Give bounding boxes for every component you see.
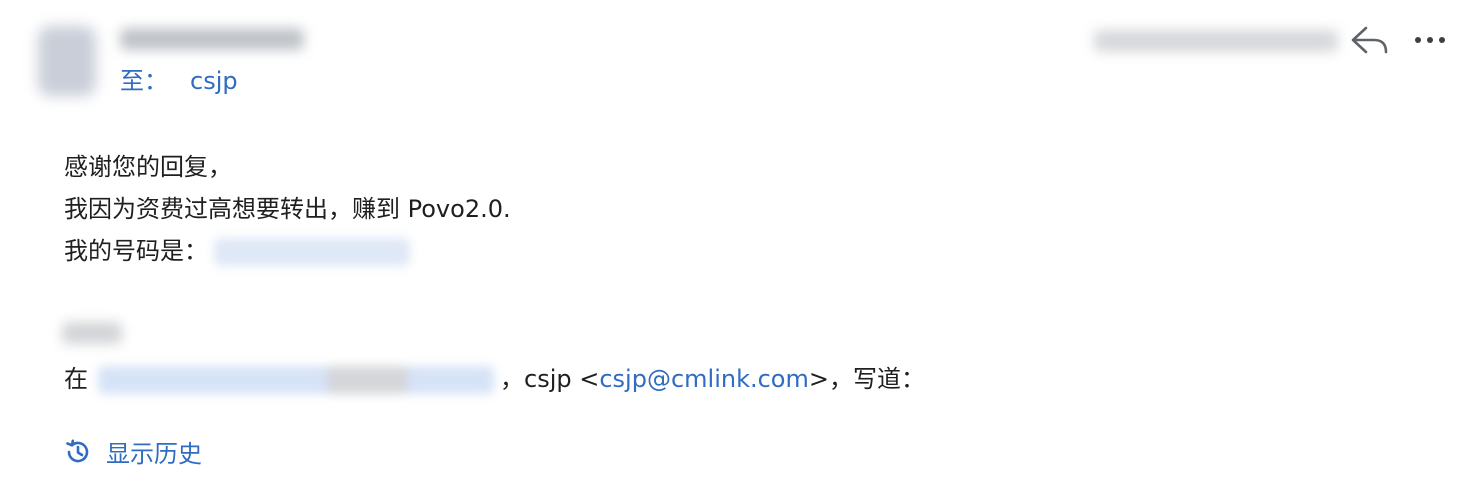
sender-avatar[interactable]: [38, 26, 96, 96]
more-options-button[interactable]: [1410, 22, 1450, 58]
reply-button[interactable]: [1348, 22, 1392, 58]
body-line-phone: 我的号码是：: [64, 230, 511, 272]
body-line: 我因为资费过高想要转出，赚到 Povo2.0.: [64, 195, 511, 223]
reply-icon: [1351, 26, 1388, 54]
quote-header: 在 ，csjp <csjp@cmlink.com>，写道：: [64, 358, 925, 400]
to-label: 至：: [120, 67, 168, 95]
quote-sender-email-link[interactable]: csjp@cmlink.com: [599, 365, 809, 393]
sender-name-redacted: [120, 28, 304, 50]
recipient-row: 至： csjp: [120, 66, 238, 96]
show-history-label: 显示历史: [106, 440, 202, 468]
phone-number-redacted[interactable]: [214, 238, 410, 266]
message-body: 感谢您的回复， 我因为资费过高想要转出，赚到 Povo2.0. 我的号码是：: [64, 146, 511, 272]
quote-suffix: >，写道：: [808, 365, 925, 393]
show-history-button[interactable]: 显示历史: [64, 434, 202, 469]
message-date-redacted: [1094, 30, 1338, 52]
email-message: 至： csjp 感谢您的回复， 我因为资费过高想要转出，赚到 Povo2.0. 我…: [0, 0, 1470, 490]
more-horizontal-icon: [1415, 37, 1445, 43]
quote-prefix: 在: [64, 365, 88, 393]
recipient-name[interactable]: csjp: [190, 67, 238, 95]
history-icon: [66, 439, 89, 462]
signature-redacted: [62, 322, 122, 344]
quote-date-redacted[interactable]: [98, 366, 494, 394]
body-line: 感谢您的回复，: [64, 153, 232, 181]
quote-sender-name: ，csjp <: [500, 365, 600, 393]
phone-label: 我的号码是：: [64, 237, 208, 265]
